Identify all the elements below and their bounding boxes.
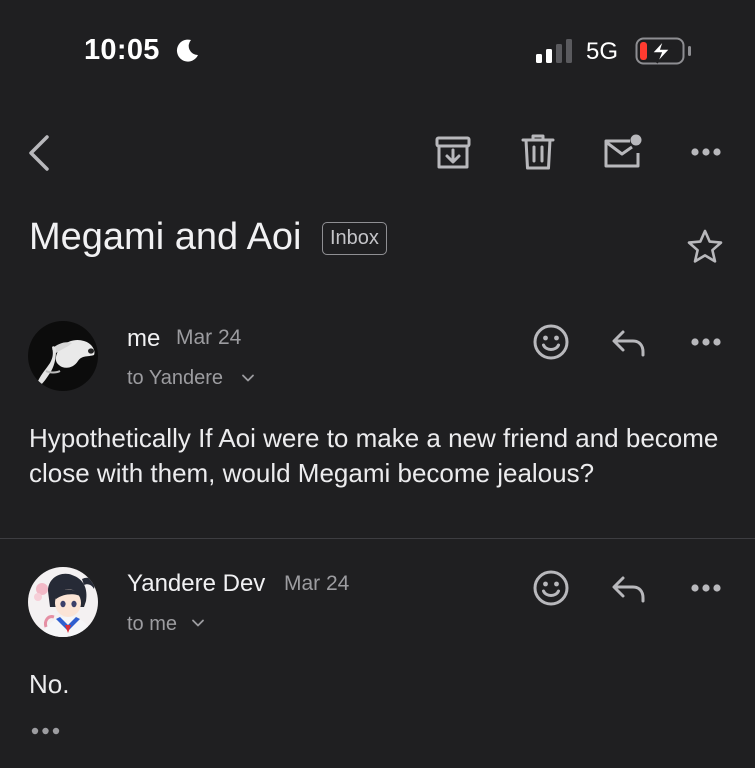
sender-name: Yandere Dev [127,570,266,597]
mark-unread-icon[interactable] [602,133,644,171]
message-body: No. [29,669,70,699]
signal-icon [536,39,574,63]
reply-icon[interactable] [611,574,647,604]
message-date: Mar 24 [284,572,350,595]
inbox-label-badge[interactable]: Inbox [322,222,387,255]
thread-subject: Megami and Aoi [29,216,302,258]
recipient-line[interactable]: to Yandere [127,367,223,390]
battery-charging-icon [635,37,691,65]
recipient-line[interactable]: to me [127,613,177,636]
reply-icon[interactable] [611,328,647,358]
chevron-down-icon[interactable] [241,371,255,385]
sender-name: me [127,325,161,352]
back-icon[interactable] [25,134,53,172]
message-more-icon[interactable] [690,582,722,594]
archive-icon[interactable] [434,134,472,172]
trash-icon[interactable] [520,132,556,172]
chevron-down-icon[interactable] [191,616,205,630]
show-trimmed-content-icon[interactable] [30,726,62,736]
message-date: Mar 24 [176,326,242,349]
sender-avatar[interactable] [28,567,98,637]
moon-icon [174,38,200,64]
emoji-reaction-icon[interactable] [532,569,570,607]
message-more-icon[interactable] [690,336,722,348]
emoji-reaction-icon[interactable] [532,323,570,361]
message-divider [0,538,755,539]
more-icon[interactable] [690,146,722,158]
network-type: 5G [586,38,619,65]
message-body: Hypothetically If Aoi were to make a new… [29,423,719,488]
star-icon[interactable] [686,228,724,266]
status-time: 10:05 [84,34,160,66]
sender-avatar[interactable] [28,321,98,391]
